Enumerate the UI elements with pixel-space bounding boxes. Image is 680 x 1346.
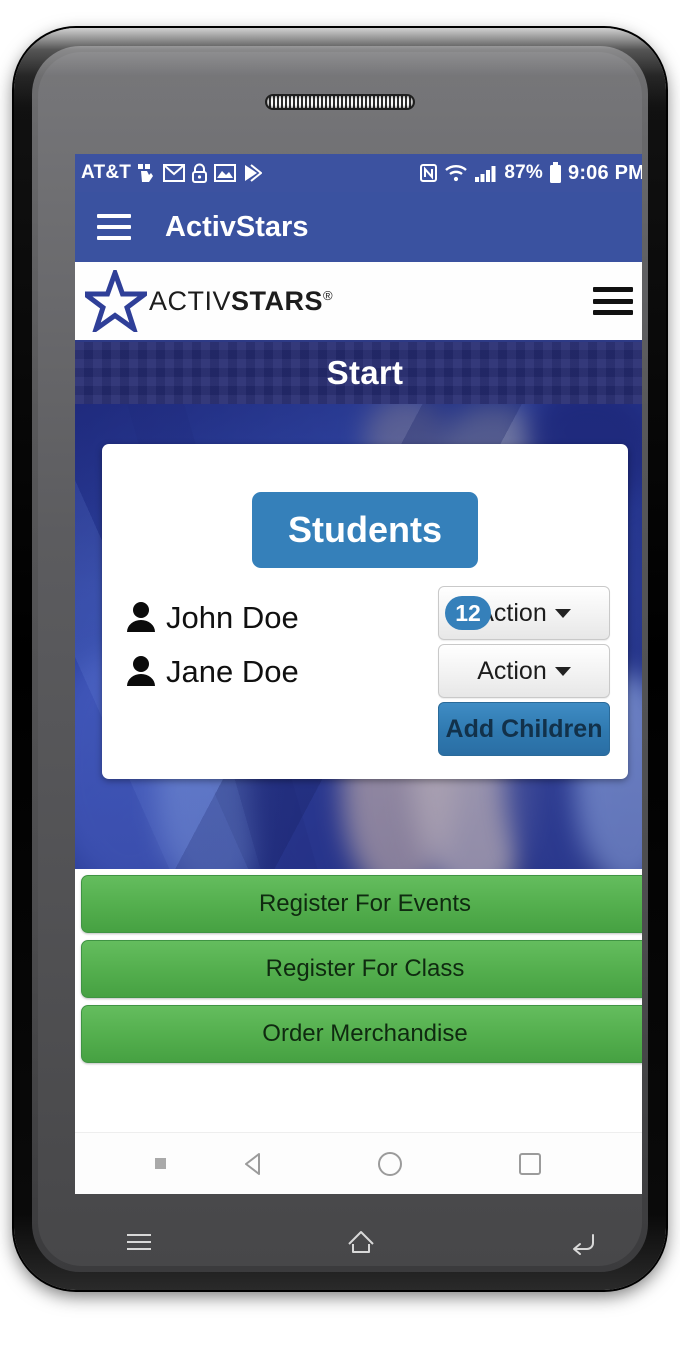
photos-icon bbox=[214, 164, 237, 182]
back-icon[interactable] bbox=[566, 1227, 600, 1257]
student-name: John Doe bbox=[166, 599, 299, 635]
phone-face: AT&T 87% 9:06 PM ActivStars ACTIV STARS … bbox=[38, 52, 642, 1266]
circle-home-icon[interactable] bbox=[376, 1150, 404, 1178]
device-screen: AT&T 87% 9:06 PM ActivStars ACTIV STARS … bbox=[75, 154, 642, 1194]
star-icon bbox=[77, 265, 153, 336]
touch-icon bbox=[137, 163, 157, 183]
add-children-button[interactable]: Add Children bbox=[438, 702, 610, 756]
menu-icon[interactable] bbox=[122, 1228, 156, 1256]
student-name: Jane Doe bbox=[166, 653, 299, 689]
status-badge: 12 bbox=[445, 596, 491, 630]
logo-activ-text: ACTIV bbox=[149, 285, 232, 316]
person-icon bbox=[126, 655, 156, 687]
battery-icon bbox=[549, 162, 562, 184]
chevron-down-icon bbox=[554, 608, 571, 618]
wifi-icon bbox=[444, 164, 468, 183]
site-hamburger-icon[interactable] bbox=[593, 287, 633, 315]
action-dropdown-label: Action bbox=[477, 656, 547, 685]
person-icon bbox=[126, 601, 156, 633]
play-store-icon bbox=[242, 163, 263, 183]
table-row: Jane Doe bbox=[126, 644, 438, 698]
clock-label: 9:06 PM bbox=[568, 161, 642, 184]
logo-stars-text: STARS bbox=[231, 285, 324, 316]
hamburger-icon[interactable] bbox=[97, 214, 131, 240]
earpiece-speaker bbox=[265, 94, 415, 110]
app-title: ActivStars bbox=[165, 210, 309, 243]
page-title: Start bbox=[326, 354, 404, 391]
register-for-class-button[interactable]: Register For Class bbox=[81, 940, 642, 998]
signal-icon bbox=[474, 164, 498, 183]
student-actions-column: 12 Action Action Add Children bbox=[438, 586, 610, 756]
status-bar-left-group: AT&T bbox=[81, 162, 263, 184]
order-merchandise-button[interactable]: Order Merchandise bbox=[81, 1005, 642, 1063]
table-row: John Doe bbox=[126, 590, 438, 644]
students-button[interactable]: Students bbox=[252, 492, 478, 568]
phone-inner-bezel: AT&T 87% 9:06 PM ActivStars ACTIV STARS … bbox=[32, 46, 648, 1272]
app-bar: ActivStars bbox=[75, 192, 642, 262]
logo-wordmark: ACTIV STARS ® bbox=[149, 286, 333, 317]
nfc-icon bbox=[419, 163, 438, 183]
hardware-button-row bbox=[38, 1202, 642, 1266]
chevron-down-icon bbox=[554, 666, 571, 676]
status-bar-right-group: 87% 9:06 PM bbox=[419, 162, 642, 185]
page-banner: Start bbox=[75, 342, 642, 404]
action-dropdown-john[interactable]: 12 Action bbox=[438, 586, 610, 640]
triangle-back-icon[interactable] bbox=[240, 1150, 268, 1178]
carrier-label: AT&T bbox=[81, 162, 132, 183]
gmail-icon bbox=[163, 164, 186, 182]
site-logo-bar: ACTIV STARS ® bbox=[75, 262, 642, 342]
student-name-column: John Doe Jane Doe bbox=[120, 590, 438, 756]
dot-icon[interactable] bbox=[155, 1158, 166, 1169]
home-icon[interactable] bbox=[344, 1226, 378, 1258]
action-dropdown-jane[interactable]: Action bbox=[438, 644, 610, 698]
students-roster: John Doe Jane Doe 12 Action Action Add C… bbox=[120, 586, 610, 756]
android-navigation-bar bbox=[75, 1132, 642, 1194]
battery-percent-label: 87% bbox=[504, 162, 543, 183]
logo-registered-mark: ® bbox=[323, 287, 334, 303]
lock-icon bbox=[191, 163, 208, 183]
square-recent-icon[interactable] bbox=[516, 1150, 544, 1178]
register-for-events-button[interactable]: Register For Events bbox=[81, 875, 642, 933]
hero-background: Students John Doe Jane Doe 12 Action Act… bbox=[75, 404, 642, 869]
students-card: Students John Doe Jane Doe 12 Action Act… bbox=[102, 444, 628, 779]
activstars-logo[interactable]: ACTIV STARS ® bbox=[77, 265, 333, 336]
quick-action-buttons: Register For Events Register For Class O… bbox=[75, 869, 642, 1074]
phone-device-frame: AT&T 87% 9:06 PM ActivStars ACTIV STARS … bbox=[14, 28, 666, 1290]
android-status-bar: AT&T 87% 9:06 PM bbox=[75, 154, 642, 192]
